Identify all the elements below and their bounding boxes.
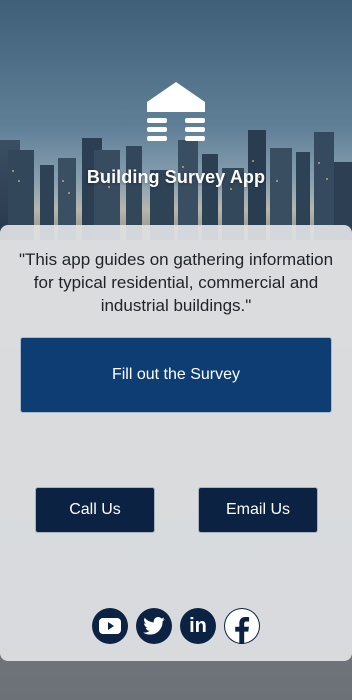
linkedin-icon-text: in: [189, 614, 207, 637]
linkedin-icon[interactable]: in: [180, 608, 216, 644]
social-links: in: [0, 608, 352, 646]
twitter-icon[interactable]: [136, 608, 172, 644]
call-us-button[interactable]: Call Us: [35, 487, 155, 533]
facebook-icon[interactable]: [224, 608, 260, 644]
app-tagline: "This app guides on gathering informatio…: [18, 250, 334, 315]
building-logo-icon: [147, 82, 205, 141]
app-title: Building Survey App: [86, 167, 266, 187]
email-us-button[interactable]: Email Us: [198, 487, 318, 533]
youtube-icon[interactable]: [92, 608, 128, 644]
fill-survey-button[interactable]: Fill out the Survey: [20, 337, 332, 413]
